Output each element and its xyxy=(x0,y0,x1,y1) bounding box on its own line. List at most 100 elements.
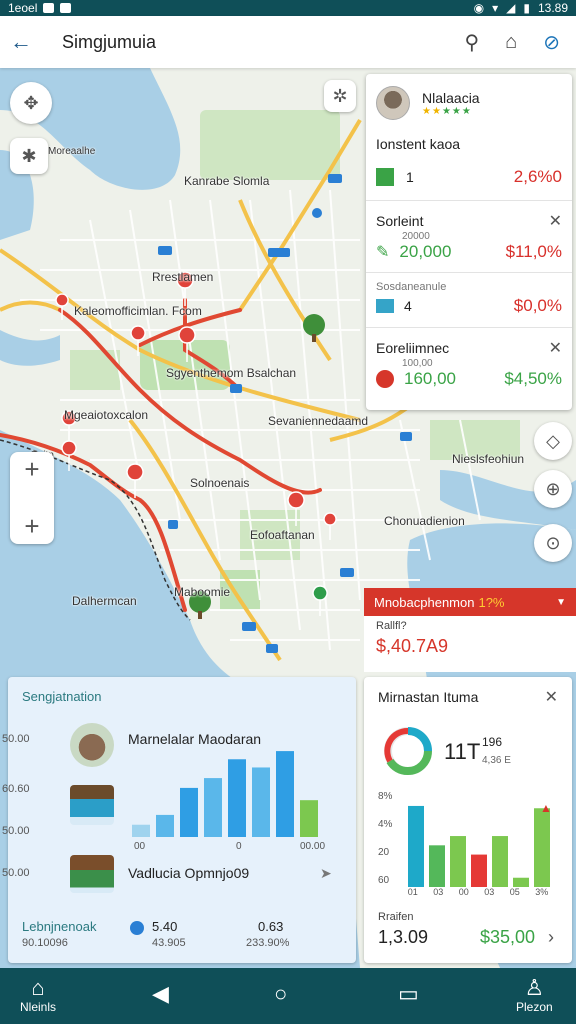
map-label: Mgeaiotoxcalon xyxy=(64,408,149,422)
chart-up-icon xyxy=(376,168,394,186)
bar-chart-left xyxy=(132,751,318,837)
chart-bar xyxy=(429,845,445,887)
home-icon: ⌂ xyxy=(31,975,45,1000)
page-title: Simgjumuia xyxy=(62,31,157,52)
nav-profile[interactable]: ♙ Plezon xyxy=(516,975,553,1015)
list-item-2[interactable]: Vadlucia Opmnjo09 xyxy=(128,865,249,881)
recenter-button[interactable]: ⊙ xyxy=(534,524,572,562)
footer-sub: 90.10096 xyxy=(22,937,68,949)
nav-messages[interactable]: ▭ xyxy=(398,982,419,1006)
nav-home-circle[interactable]: ○ xyxy=(274,982,287,1006)
y-tick: 20 xyxy=(378,847,390,858)
map-label: Solnoenais xyxy=(190,476,250,490)
locate-button[interactable]: ⊕ xyxy=(534,470,572,508)
kpi-small: 196 xyxy=(482,735,503,749)
map-label: Eofoaftanan xyxy=(250,528,315,542)
layers-icon: ✱ xyxy=(21,145,37,166)
card2-value: 4 xyxy=(404,298,412,314)
chevron-down-icon[interactable]: ▼ xyxy=(556,597,566,608)
status-left-text: 1eoel xyxy=(8,1,38,15)
card3-value: 160,00 xyxy=(404,369,456,388)
person-icon: ♙ xyxy=(524,975,545,1000)
x-tick: 00 xyxy=(134,841,146,852)
x-tick: 03 xyxy=(484,887,495,897)
list-item-1[interactable]: Marnelalar Maodaran xyxy=(128,731,261,747)
app-notification-icon xyxy=(60,3,72,13)
chart-bar xyxy=(156,814,174,837)
diamond-icon: ◇ xyxy=(546,430,560,451)
layers-button[interactable]: ✱ xyxy=(10,138,48,174)
x-tick: 0 xyxy=(236,841,242,852)
y-tick: 60 xyxy=(378,875,390,886)
card3-sub: 100,00 xyxy=(402,358,433,369)
map-label: Moreaalhe xyxy=(48,146,96,157)
y-tick: 4% xyxy=(378,819,393,830)
card2-change: $0,0% xyxy=(513,296,562,315)
map-label: Rrestlamen xyxy=(152,270,214,284)
close-icon[interactable]: ✕ xyxy=(549,338,562,358)
row1-value: 1 xyxy=(406,169,414,185)
notifications-icon[interactable]: ⌂ xyxy=(505,31,517,54)
compass-icon[interactable]: ⊘ xyxy=(543,30,560,55)
stat1-sub: 43.905 xyxy=(152,937,186,949)
chart-bar xyxy=(492,836,508,887)
map-label: Sevaniennedaamd xyxy=(268,414,369,428)
nav-profile-label: Plezon xyxy=(516,1000,553,1014)
avatar[interactable] xyxy=(376,86,410,120)
y-tick: 50.00 xyxy=(2,733,30,745)
chart-bar xyxy=(204,778,222,837)
alert-value: $,40.7A9 xyxy=(376,636,449,656)
chart-bar xyxy=(513,877,529,887)
nav-back[interactable]: ◀ xyxy=(152,982,169,1006)
info-panel: Nlalaacia ★★★★★ Ionstent kaoa 1 2,6%0 So… xyxy=(366,74,572,410)
panel-title: Sengjatnation xyxy=(22,689,102,704)
map-label: Kanrabe Slomla xyxy=(184,174,270,188)
cabin-thumbnail[interactable] xyxy=(70,855,114,893)
badge-icon xyxy=(376,370,394,388)
place-name: Nlalaacia xyxy=(422,89,480,106)
nav-home[interactable]: ⌂ Nleinls xyxy=(20,975,56,1015)
zoom-in-button[interactable]: + xyxy=(24,454,39,485)
chart-bar xyxy=(132,824,150,837)
x-tick: 01 xyxy=(407,887,418,897)
settings-button[interactable]: ✲ xyxy=(324,80,356,112)
chart-bar xyxy=(408,805,424,887)
close-icon[interactable]: ✕ xyxy=(545,687,558,707)
chart-bar xyxy=(450,836,466,887)
image-icon xyxy=(376,299,394,313)
footer-money: $35,00 xyxy=(480,927,536,947)
chevron-right-icon[interactable]: › xyxy=(548,927,554,948)
map-label: Kaleomofficimlan. Fcom xyxy=(74,304,202,318)
building-thumbnail[interactable] xyxy=(70,723,114,767)
battery-icon: ▮ xyxy=(523,1,530,15)
rotate-button[interactable]: ◇ xyxy=(534,422,572,460)
map-label: Nieslsfeohiun xyxy=(452,452,525,466)
back-arrow-icon[interactable]: ← xyxy=(10,29,44,55)
footer-label: Rraifen xyxy=(378,911,414,923)
status-bar: 1eoel ◉ ▾ ◢ ▮ 13.89 xyxy=(0,0,576,16)
stat2-sub: 233.90% xyxy=(246,937,290,949)
search-icon[interactable]: ⚲ xyxy=(464,30,479,55)
location-icon: ◉ xyxy=(473,1,485,15)
rating-stars: ★★★★★ xyxy=(422,105,472,117)
info-dot-icon xyxy=(130,921,144,935)
bar-chart-right xyxy=(408,805,550,887)
house-thumbnail[interactable] xyxy=(70,785,114,825)
chart-bar xyxy=(252,767,270,837)
notification-icon xyxy=(43,3,55,13)
alert-banner[interactable]: Mnobacphenmon 1?% ▼ xyxy=(364,588,576,616)
card1-title: Sorleint xyxy=(376,213,424,229)
close-icon[interactable]: ✕ xyxy=(549,211,562,231)
y-tick: 50.00 xyxy=(2,825,30,837)
zoom-out-button[interactable]: + xyxy=(24,511,39,542)
x-tick: 3% xyxy=(535,887,549,897)
x-tick: 03 xyxy=(433,887,444,897)
move-icon: ✥ xyxy=(23,92,39,113)
pan-control-button[interactable]: ✥ xyxy=(10,82,52,124)
row1-change: 2,6%0 xyxy=(513,167,562,186)
chart-bar xyxy=(276,751,294,837)
chart-bar xyxy=(228,759,246,837)
arrow-icon[interactable]: ➤ xyxy=(320,865,332,882)
card1-change: $11,0% xyxy=(505,242,562,261)
kpi-sub: 4,36 E xyxy=(482,755,511,766)
